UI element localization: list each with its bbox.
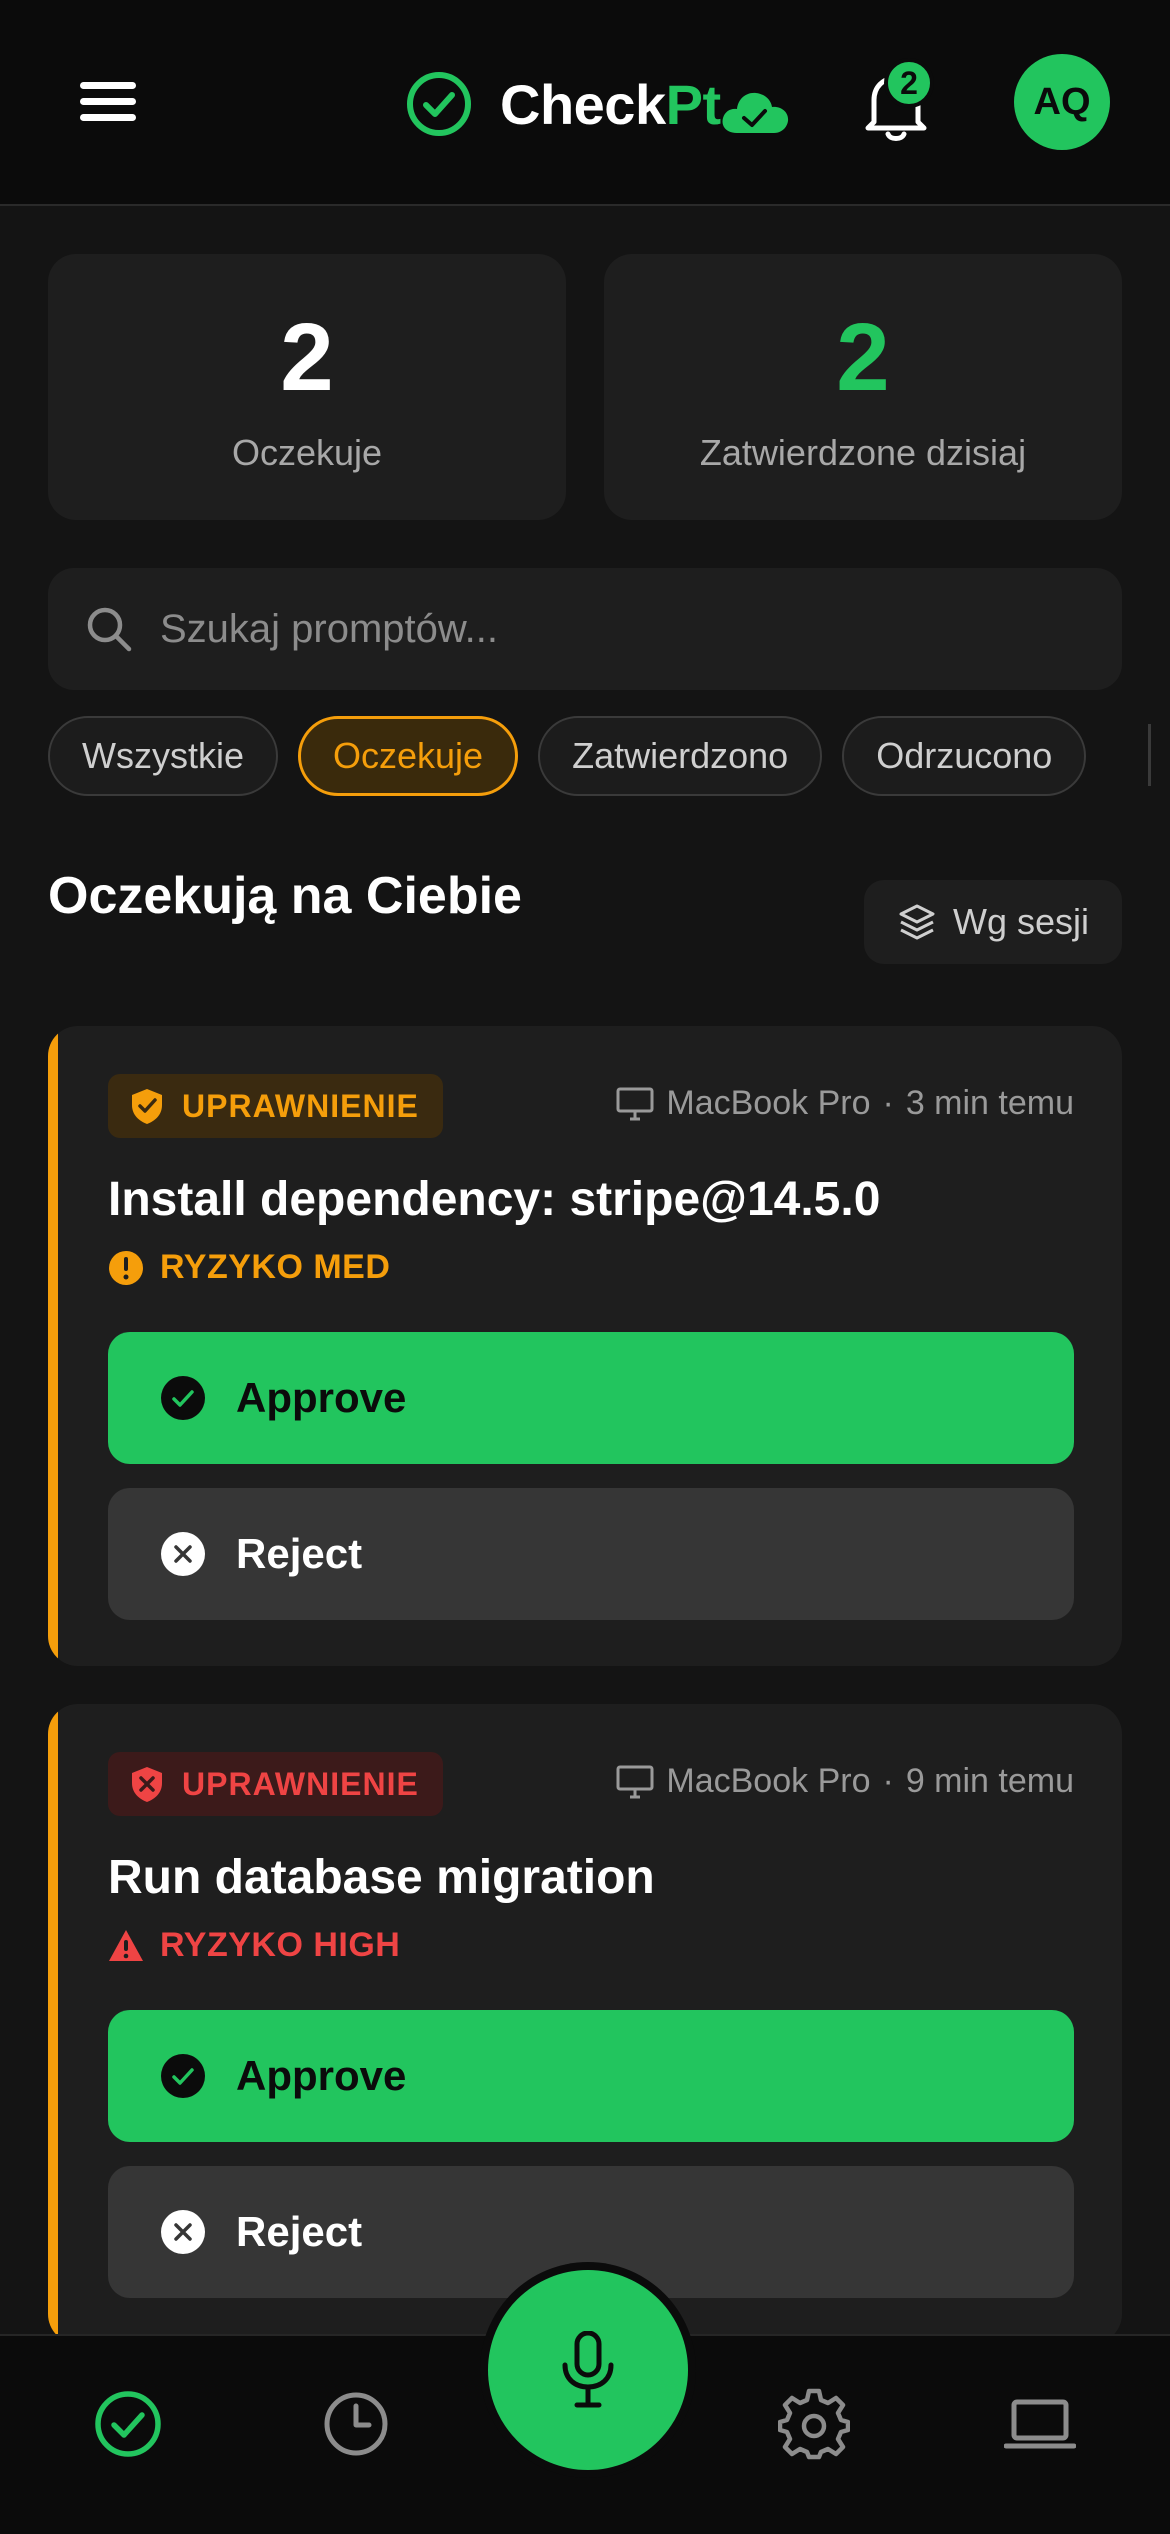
stat-card-approved-today: 2 Zatwierdzone dzisiaj <box>604 254 1122 520</box>
x-circle-icon <box>161 2210 205 2254</box>
approve-label: Approve <box>236 1374 407 1421</box>
permission-badge: UPRAWNIENIE <box>108 1752 443 1816</box>
check-circle-icon[interactable] <box>92 2388 164 2460</box>
risk-level: RYZYKO HIGH <box>108 1926 400 1965</box>
meta-separator: · <box>882 1762 894 1800</box>
reject-label: Reject <box>236 1530 363 1577</box>
approve-button[interactable]: Approve <box>108 2010 1074 2142</box>
stat-label-approved-today: Zatwierdzone dzisiaj <box>699 432 1027 473</box>
filter-chip-approved[interactable]: Zatwierdzono <box>538 716 823 796</box>
group-by-session-label: Wg sesji <box>952 901 1090 942</box>
approve-label: Approve <box>236 2052 407 2099</box>
microphone-icon <box>562 2331 614 2408</box>
meta-separator: · <box>882 1084 894 1122</box>
voice-record-button[interactable] <box>488 2270 688 2470</box>
laptop-icon[interactable] <box>1004 2388 1076 2460</box>
filter-chip-all[interactable]: Wszystkie <box>48 716 278 796</box>
check-circle-icon <box>161 1376 205 1420</box>
stat-card-pending: 2 Oczekuje <box>48 254 566 520</box>
permission-badge: UPRAWNIENIE <box>108 1074 443 1138</box>
filter-chip-rejected[interactable]: Odrzucono <box>842 716 1087 796</box>
reject-label: Reject <box>236 2208 363 2255</box>
monitor-icon <box>616 1765 654 1798</box>
shield-check-icon <box>132 1089 162 1124</box>
shield-x-icon <box>132 1767 162 1802</box>
search-bar <box>48 568 1122 690</box>
app-logo: CheckPt <box>406 64 791 144</box>
risk-label: RYZYKO HIGH <box>160 1926 401 1964</box>
search-input[interactable] <box>158 605 1062 653</box>
gear-icon[interactable] <box>778 2388 850 2460</box>
clock-icon[interactable] <box>320 2388 392 2460</box>
permission-badge-label: UPRAWNIENIE <box>182 1087 419 1124</box>
card-title: Install dependency: stripe@14.5.0 <box>108 1173 881 1226</box>
app-header: CheckPt 2 AQ <box>0 0 1170 206</box>
search-icon <box>87 607 132 652</box>
card-title: Run database migration <box>108 1851 655 1904</box>
section-title: Oczekują na Ciebie <box>48 867 522 925</box>
notification-badge: 2 <box>884 58 934 108</box>
stat-value-approved-today: 2 <box>836 304 890 411</box>
group-by-session-button[interactable]: Wg sesji <box>864 880 1122 964</box>
card-accent <box>48 1026 58 1666</box>
filter-chips: Wszystkie Oczekuje Zatwierdzono Odrzucon… <box>48 716 1087 796</box>
device-name: MacBook Pro <box>666 1084 871 1122</box>
time-ago: 9 min temu <box>905 1762 1074 1800</box>
menu-icon[interactable] <box>80 82 138 122</box>
approve-button[interactable]: Approve <box>108 1332 1074 1464</box>
filter-chip-pending[interactable]: Oczekuje <box>298 716 519 796</box>
request-card: UPRAWNIENIE MacBook Pro · 9 min temu Run… <box>48 1704 1122 2344</box>
time-ago: 3 min temu <box>905 1084 1074 1122</box>
avatar[interactable]: AQ <box>1014 54 1110 150</box>
alert-circle-icon <box>109 1250 143 1285</box>
layers-icon <box>899 904 935 940</box>
check-circle-logo-icon <box>407 72 471 136</box>
x-circle-icon <box>161 1532 205 1576</box>
monitor-icon <box>616 1087 654 1120</box>
request-card: UPRAWNIENIE MacBook Pro · 3 min temu Ins… <box>48 1026 1122 1666</box>
device-name: MacBook Pro <box>666 1762 871 1800</box>
stat-value-pending: 2 <box>280 304 334 411</box>
cloud-check-icon <box>722 92 788 133</box>
warning-triangle-icon <box>109 1929 143 1961</box>
card-meta: MacBook Pro · 3 min temu <box>616 1084 1074 1123</box>
check-circle-icon <box>161 2054 205 2098</box>
brand-name: CheckPt <box>500 72 721 136</box>
card-accent <box>48 1704 58 2344</box>
stat-label-pending: Oczekuje <box>231 432 383 473</box>
card-meta: MacBook Pro · 9 min temu <box>616 1762 1074 1801</box>
risk-level: RYZYKO MED <box>108 1248 390 1287</box>
risk-label: RYZYKO MED <box>160 1248 391 1286</box>
reject-button[interactable]: Reject <box>108 1488 1074 1620</box>
filter-scroll-indicator <box>1148 724 1151 786</box>
permission-badge-label: UPRAWNIENIE <box>182 1765 419 1802</box>
